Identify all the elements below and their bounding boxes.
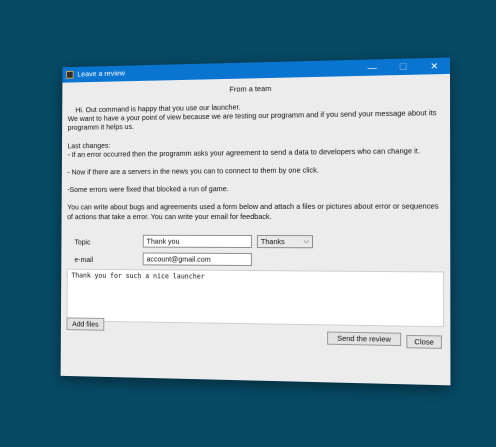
- chevron-down-icon: ⌵: [304, 237, 309, 247]
- dialog-header: From a team: [62, 80, 450, 97]
- review-window: Leave a review — ☐ ✕ From a team Hi. Out…: [61, 57, 451, 385]
- topic-select[interactable]: Thanks ⌵: [257, 235, 313, 248]
- title-bar[interactable]: Leave a review — ☐ ✕: [62, 57, 450, 82]
- add-files-button[interactable]: Add files: [67, 317, 105, 330]
- app-icon: [66, 71, 74, 79]
- email-label: e-mail: [74, 255, 93, 264]
- instructions-text: You can write about bugs and agreements …: [67, 202, 446, 221]
- maximize-button[interactable]: ☐: [388, 58, 419, 75]
- email-input[interactable]: account@gmail.com: [143, 253, 252, 267]
- window-title: Leave a review: [77, 69, 125, 79]
- close-button[interactable]: Close: [406, 335, 442, 349]
- send-review-button[interactable]: Send the review: [327, 331, 401, 346]
- minimize-button[interactable]: —: [357, 59, 388, 76]
- topic-label: Topic: [75, 238, 91, 247]
- message-textarea[interactable]: Thank you for such a nice launcher: [67, 269, 444, 328]
- topic-select-value: Thanks: [261, 237, 285, 246]
- review-description: Hi. Out command is happy that you use ou…: [67, 99, 446, 221]
- topic-input[interactable]: Thank you: [143, 235, 252, 248]
- close-window-button[interactable]: ✕: [419, 57, 450, 74]
